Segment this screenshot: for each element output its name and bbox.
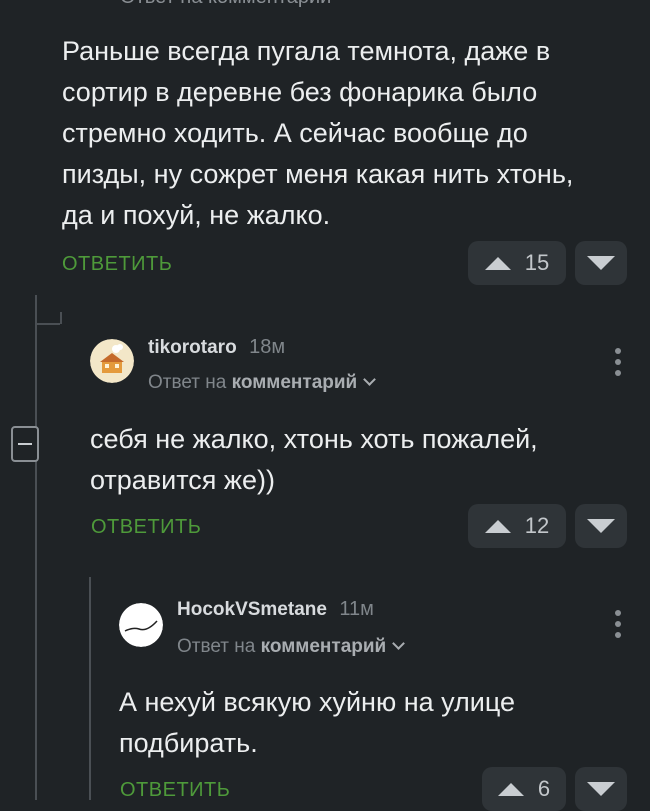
- username[interactable]: HocokVSmetane: [177, 599, 327, 620]
- more-options-dot: [615, 632, 621, 638]
- more-options-dot: [615, 621, 621, 627]
- timestamp: 18м: [249, 336, 286, 358]
- reply-button[interactable]: ОТВЕТИТЬ: [120, 779, 230, 802]
- upvote-icon: [497, 782, 524, 796]
- reply-to-target: комментарий: [260, 636, 387, 657]
- comment-text: А нехуй всякую хуйню на улице подбирать.: [119, 687, 516, 758]
- upvote-button[interactable]: 6: [482, 767, 566, 811]
- more-options-icon: [615, 348, 621, 354]
- more-options-icon: [615, 610, 621, 616]
- upvote-icon: [484, 256, 511, 270]
- more-options-dot: [615, 370, 621, 376]
- reply-to-prefix: Ответ на: [177, 636, 256, 657]
- previous-reply-header: Ответ на комментарий: [120, 0, 331, 9]
- downvote-icon: [587, 519, 615, 533]
- downvote-icon: [587, 256, 615, 270]
- avatar[interactable]: [90, 339, 134, 383]
- collapse-thread-button[interactable]: [11, 426, 39, 462]
- downvote-button[interactable]: [575, 241, 627, 285]
- collapse-icon: [18, 443, 32, 445]
- timestamp: 11м: [339, 598, 374, 620]
- more-options-dot: [615, 359, 621, 365]
- downvote-icon: [587, 782, 615, 796]
- reply-button[interactable]: ОТВЕТИТЬ: [91, 516, 201, 539]
- reply-to-link[interactable]: Ответ на комментарий: [177, 636, 406, 658]
- avatar[interactable]: [119, 603, 163, 647]
- more-options-button[interactable]: [613, 610, 623, 638]
- chevron-down-icon: [363, 373, 377, 386]
- reply-button[interactable]: ОТВЕТИТЬ: [62, 253, 172, 276]
- score-value: 15: [524, 250, 550, 275]
- reply-to-prefix: Ответ на: [148, 372, 227, 393]
- upvote-button[interactable]: 12: [468, 504, 566, 548]
- thread-line: [35, 295, 37, 800]
- thread-branch: [35, 323, 60, 325]
- downvote-button[interactable]: [575, 767, 627, 811]
- comment-text: Раньше всегда пугала темнота, даже в сор…: [62, 36, 574, 230]
- thread-line: [89, 577, 91, 800]
- thread-line: [60, 312, 62, 324]
- downvote-button[interactable]: [575, 504, 627, 548]
- comment-text: себя не жалко, хтонь хоть пожалей, отрав…: [90, 424, 538, 495]
- username[interactable]: tikorotaro: [148, 337, 237, 358]
- chevron-down-icon: [392, 637, 406, 650]
- more-options-button[interactable]: [613, 348, 623, 376]
- upvote-button[interactable]: 15: [468, 241, 566, 285]
- reply-to-target: комментарий: [231, 372, 358, 393]
- upvote-icon: [484, 519, 511, 533]
- reply-to-link[interactable]: Ответ на комментарий: [148, 372, 377, 394]
- score-value: 6: [537, 776, 551, 801]
- score-value: 12: [524, 513, 550, 538]
